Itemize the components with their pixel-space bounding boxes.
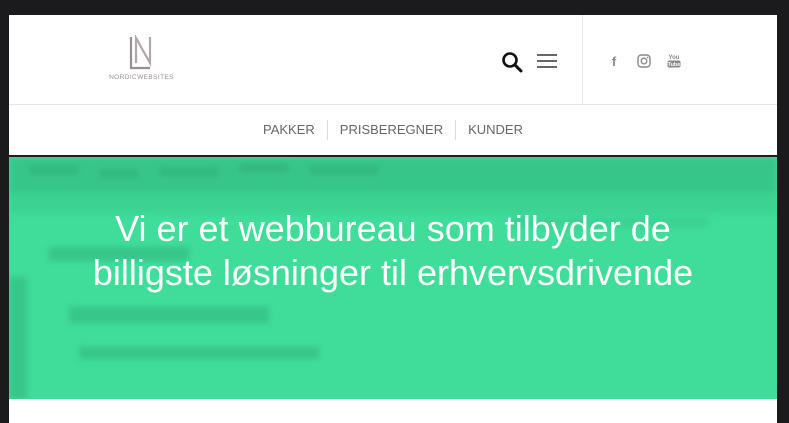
main-nav: PAKKER PRISBEREGNER KUNDER <box>9 105 777 157</box>
logo-mark-icon <box>129 35 152 70</box>
logo-text: NORDICWEBSITES <box>109 74 174 81</box>
hero-banner: Vi er et webbureau som tilbyder de billi… <box>9 157 777 399</box>
header-divider <box>582 15 583 105</box>
nav-item-kunder[interactable]: KUNDER <box>456 120 535 140</box>
svg-text:Tube: Tube <box>668 62 681 68</box>
hero-title: Vi er et webbureau som tilbyder de billi… <box>92 208 694 293</box>
search-icon[interactable] <box>501 51 523 73</box>
site-header: NORDICWEBSITES f You Tube <box>9 15 777 105</box>
instagram-icon[interactable] <box>636 53 652 69</box>
youtube-icon[interactable]: You Tube <box>666 53 682 69</box>
svg-text:You: You <box>669 55 680 61</box>
content-area <box>9 399 777 423</box>
nav-item-prisberegner[interactable]: PRISBEREGNER <box>328 120 455 140</box>
site-logo[interactable]: NORDICWEBSITES <box>104 35 179 85</box>
facebook-icon[interactable]: f <box>606 53 622 69</box>
nav-item-pakker[interactable]: PAKKER <box>251 120 327 140</box>
browser-page: NORDICWEBSITES f You Tube PAKKER PRISBER… <box>9 15 777 423</box>
hamburger-menu-icon[interactable] <box>536 53 558 69</box>
